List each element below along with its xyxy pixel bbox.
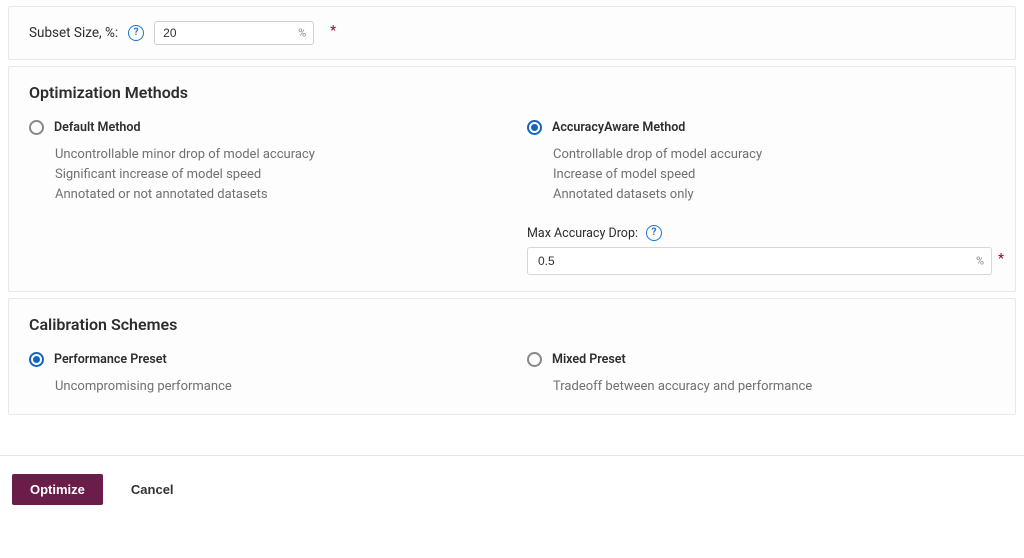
desc-line: Annotated or not annotated datasets [55, 185, 497, 205]
required-indicator: * [998, 251, 1004, 267]
desc-line: Increase of model speed [553, 165, 995, 185]
cancel-button[interactable]: Cancel [131, 482, 174, 497]
optimization-methods-title: Optimization Methods [29, 83, 995, 102]
performance-preset-radio[interactable]: Performance Preset [29, 352, 497, 367]
desc-line: Controllable drop of model accuracy [553, 145, 995, 165]
mixed-preset-radio[interactable]: Mixed Preset [527, 352, 995, 367]
help-icon[interactable]: ? [646, 225, 662, 241]
default-method-desc: Uncontrollable minor drop of model accur… [29, 145, 497, 205]
radio-unchecked-icon [527, 352, 542, 367]
accuracy-aware-label: AccuracyAware Method [552, 120, 685, 135]
max-accuracy-drop-label: Max Accuracy Drop: [527, 226, 638, 241]
desc-line: Tradeoff between accuracy and performanc… [553, 377, 995, 397]
desc-line: Uncontrollable minor drop of model accur… [55, 145, 497, 165]
calibration-schemes-panel: Calibration Schemes Performance Preset U… [8, 298, 1016, 414]
default-method-label: Default Method [54, 120, 141, 135]
radio-unchecked-icon [29, 120, 44, 135]
radio-checked-icon [29, 352, 44, 367]
optimization-methods-panel: Optimization Methods Default Method Unco… [8, 66, 1016, 292]
calibration-schemes-title: Calibration Schemes [29, 315, 995, 334]
required-indicator: * [330, 23, 336, 39]
subset-size-input[interactable] [154, 21, 314, 45]
optimize-button[interactable]: Optimize [12, 474, 103, 505]
performance-preset-desc: Uncompromising performance [29, 377, 497, 397]
desc-line: Annotated datasets only [553, 185, 995, 205]
max-accuracy-drop-input[interactable] [527, 247, 992, 275]
default-method-radio[interactable]: Default Method [29, 120, 497, 135]
mixed-preset-label: Mixed Preset [552, 352, 626, 367]
accuracy-aware-desc: Controllable drop of model accuracy Incr… [527, 145, 995, 205]
mixed-preset-desc: Tradeoff between accuracy and performanc… [527, 377, 995, 397]
action-footer: Optimize Cancel [0, 455, 1024, 523]
radio-checked-icon [527, 120, 542, 135]
desc-line: Uncompromising performance [55, 377, 497, 397]
subset-size-panel: Subset Size, %: ? % * [8, 6, 1016, 60]
help-icon[interactable]: ? [128, 25, 144, 41]
desc-line: Significant increase of model speed [55, 165, 497, 185]
accuracy-aware-radio[interactable]: AccuracyAware Method [527, 120, 995, 135]
performance-preset-label: Performance Preset [54, 352, 167, 367]
subset-size-label: Subset Size, %: [29, 25, 118, 41]
